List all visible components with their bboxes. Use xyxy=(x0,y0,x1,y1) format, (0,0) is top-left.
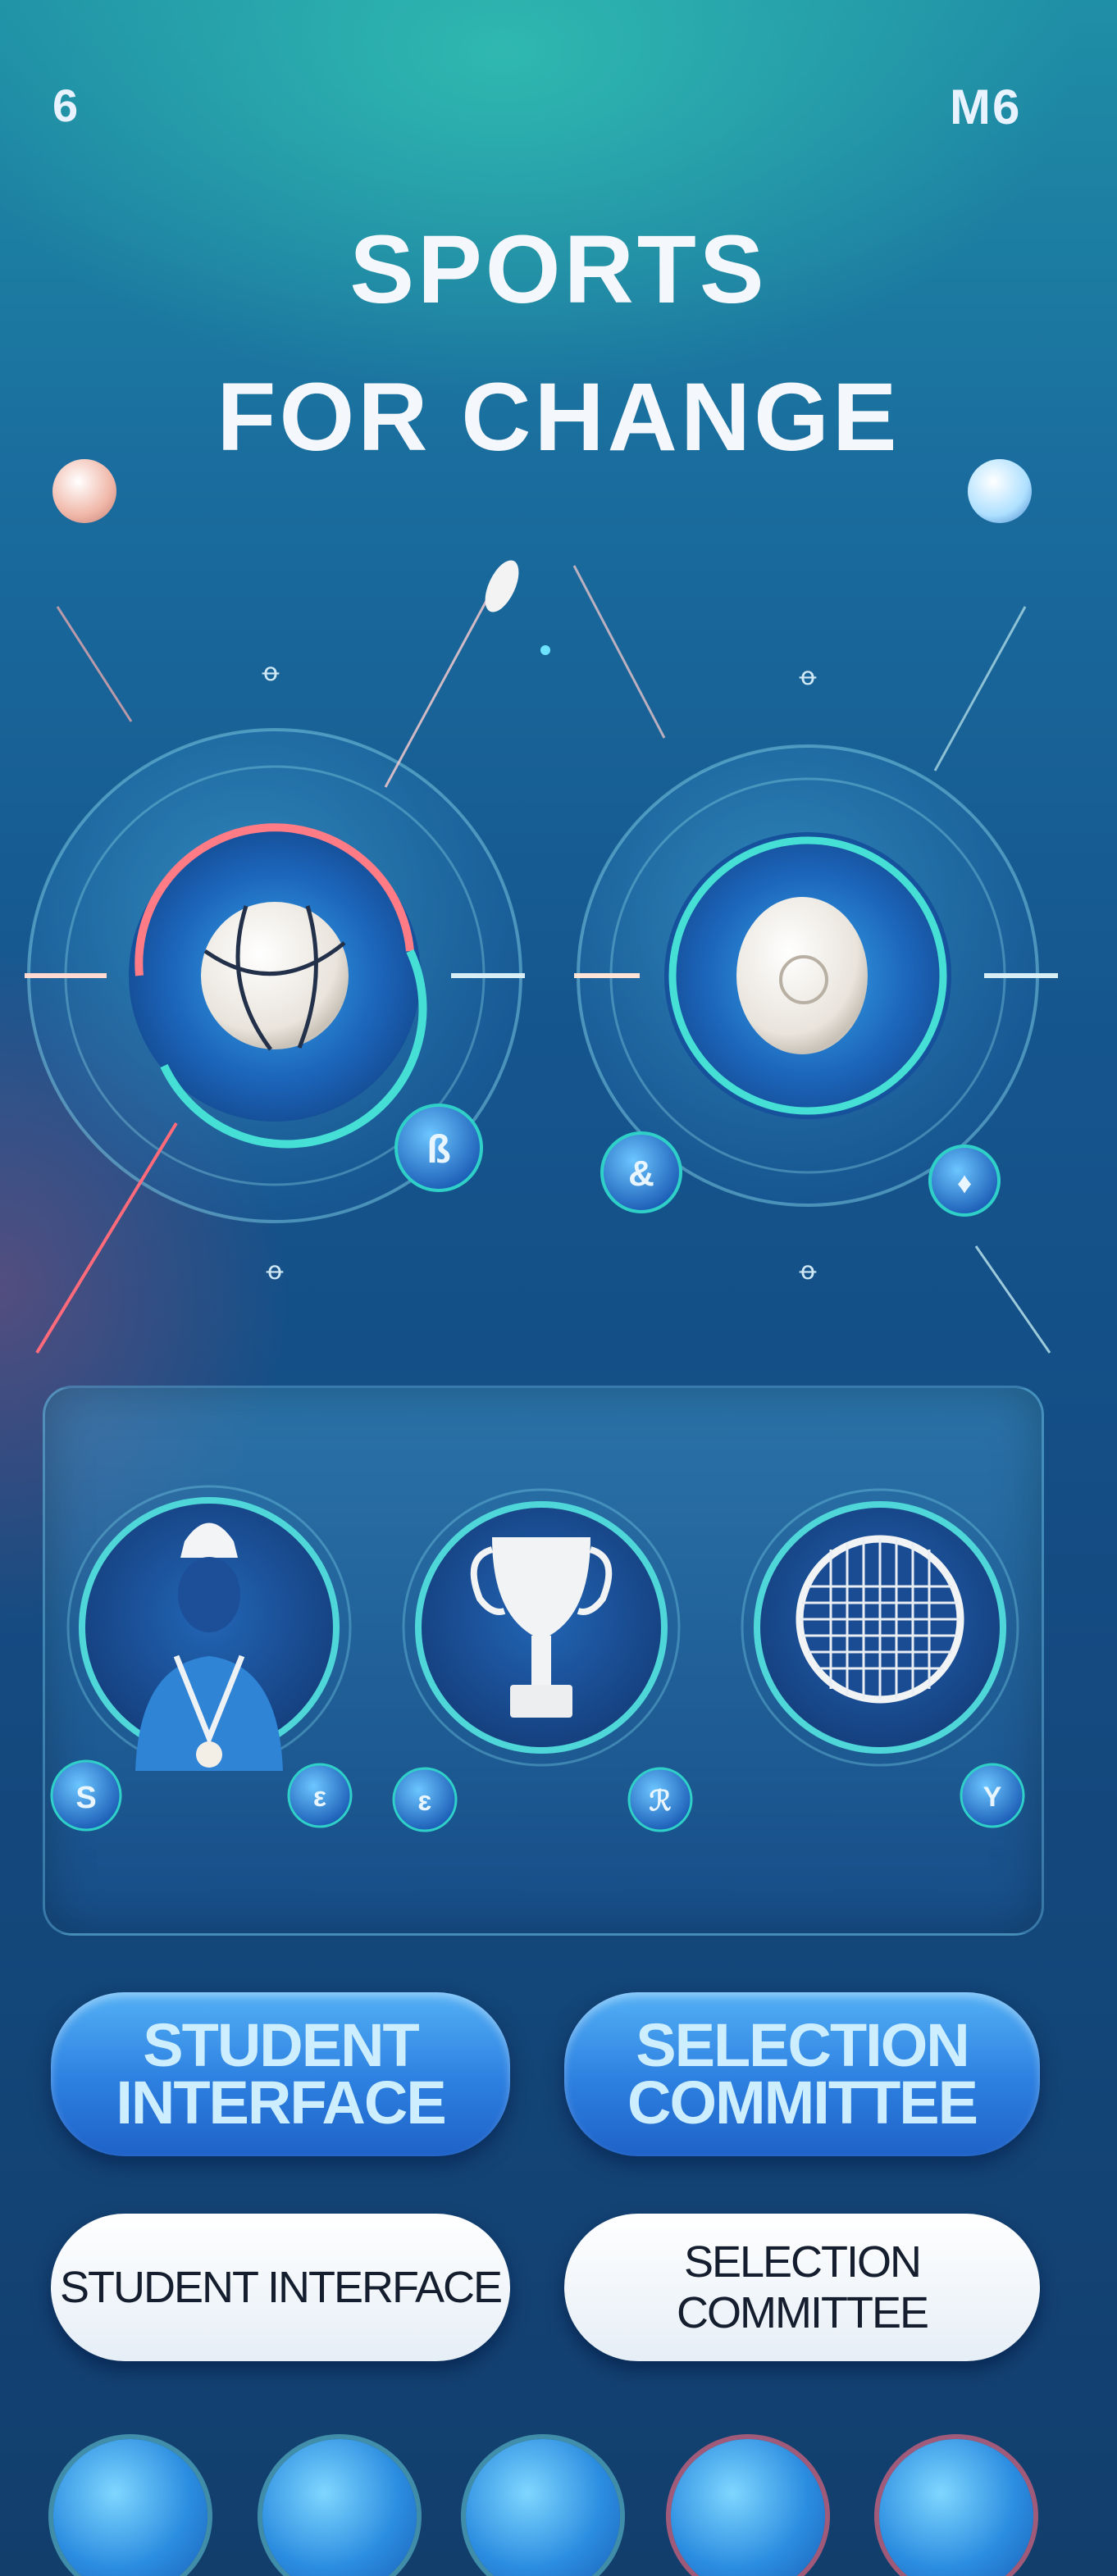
bottom-nav-item-4-icon[interactable] xyxy=(671,2439,825,2576)
student-interface-label-line-1: STUDENT xyxy=(143,2010,419,2079)
left-dial[interactable]: ꝋ ꝋ xyxy=(25,555,526,1354)
feature-panel xyxy=(43,1386,1044,1936)
app-screen: 6 M6 SPORTS FOR CHANGE ꝋ ꝋ ß ꝋ ꝋ & ♦ S ε… xyxy=(0,0,1117,2576)
page-title-line-1: SPORTS xyxy=(349,216,768,324)
right-dial[interactable]: ꝋ ꝋ xyxy=(540,565,1058,1354)
page-title-line-2: FOR CHANGE xyxy=(217,363,900,471)
svg-text:ꝋ: ꝋ xyxy=(799,663,816,690)
decor-ball-icon xyxy=(968,459,1032,523)
basketball-icon xyxy=(201,902,349,1051)
ball-icon xyxy=(736,897,868,1054)
selection-committee-secondary-label: SELECTION COMMITTEE xyxy=(677,2237,929,2337)
selection-committee-label-line-2: COMMITTEE xyxy=(627,2069,978,2137)
app-logo-icon: 6 xyxy=(52,80,79,131)
left-dial-badge-icon[interactable]: ß xyxy=(394,1104,483,1192)
selection-committee-secondary-button[interactable]: SELECTION COMMITTEE xyxy=(564,2214,1040,2361)
decor-ball-icon xyxy=(52,459,116,523)
right-dial-badge-left-icon[interactable]: & xyxy=(600,1131,682,1213)
bottom-nav-item-1-icon[interactable] xyxy=(53,2439,207,2576)
student-interface-label-line-2: INTERFACE xyxy=(116,2069,446,2137)
bottom-nav-item-2-icon[interactable] xyxy=(262,2439,417,2576)
student-interface-secondary-label: STUDENT INTERFACE xyxy=(59,2263,503,2312)
bottom-nav-item-3-icon[interactable] xyxy=(466,2439,620,2576)
student-interface-button[interactable]: STUDENT INTERFACE xyxy=(51,1992,510,2156)
svg-text:&: & xyxy=(628,1154,654,1194)
bottom-nav-item-5-person-icon[interactable] xyxy=(879,2439,1033,2576)
selection-committee-button[interactable]: SELECTION COMMITTEE xyxy=(564,1992,1040,2156)
network-status: M6 xyxy=(950,80,1022,134)
svg-text:ß: ß xyxy=(426,1128,450,1172)
svg-text:ꝋ: ꝋ xyxy=(799,1258,816,1285)
svg-text:♦: ♦ xyxy=(957,1166,972,1199)
right-dial-badge-right-icon[interactable]: ♦ xyxy=(928,1145,1001,1217)
svg-text:ꝋ: ꝋ xyxy=(266,1258,283,1285)
student-interface-secondary-button[interactable]: STUDENT INTERFACE xyxy=(51,2214,510,2361)
svg-text:ꝋ: ꝋ xyxy=(262,659,279,686)
selection-committee-label-line-1: SELECTION xyxy=(636,2010,969,2079)
